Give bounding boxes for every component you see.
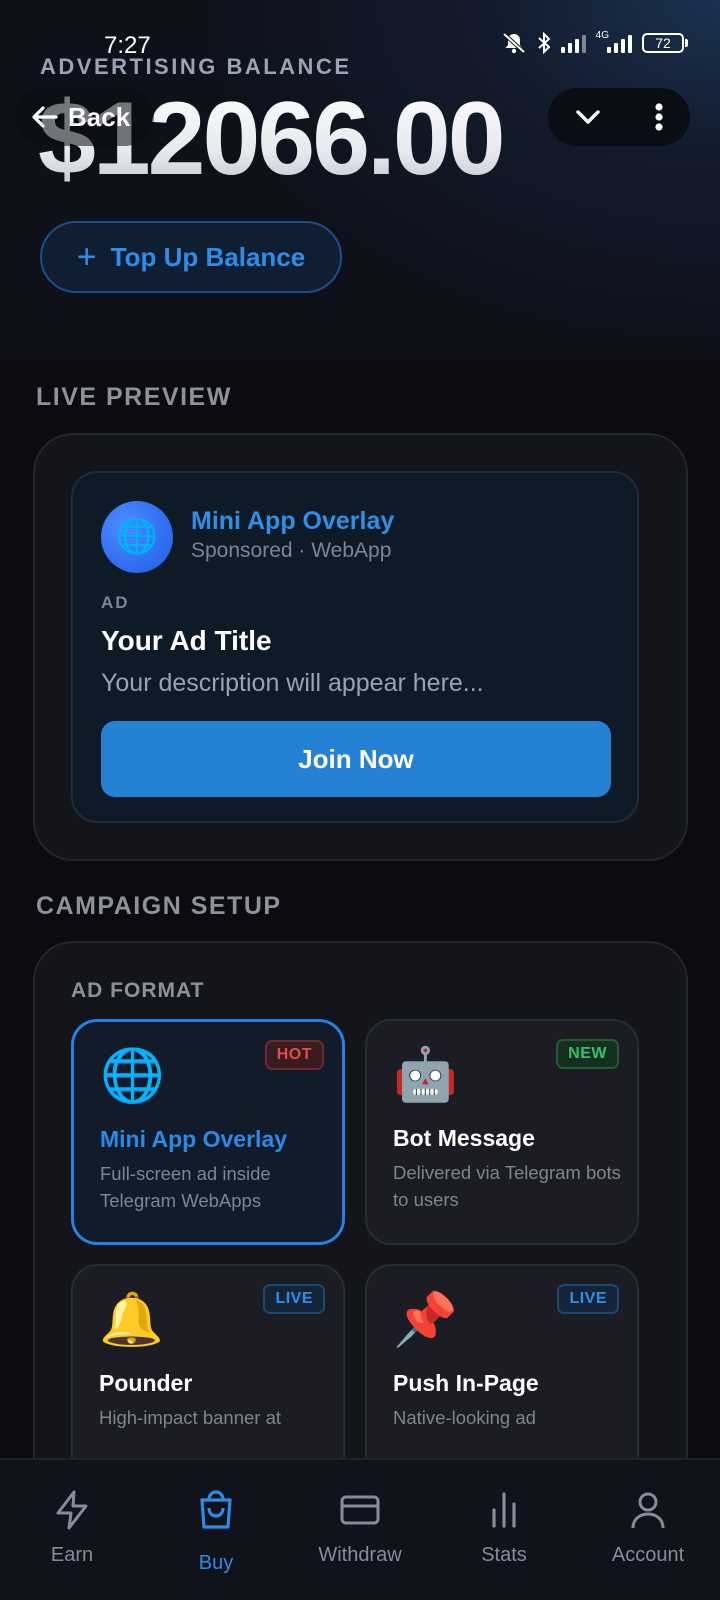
signal-4g-icon: [607, 33, 632, 53]
plus-icon: +: [76, 238, 97, 276]
header-actions: [548, 88, 690, 146]
hot-badge: HOT: [264, 1040, 324, 1070]
pushpin-icon: 📌: [393, 1291, 458, 1349]
mute-icon: [502, 32, 525, 54]
ad-format-label: AD FORMAT: [71, 979, 205, 1002]
live-preview-card: 🌐 Mini App Overlay Sponsored · WebApp AD…: [33, 433, 688, 861]
nav-item-withdraw[interactable]: Withdraw: [288, 1460, 432, 1600]
format-title: Push In-Page: [393, 1370, 539, 1396]
format-description: Full-screen ad inside Telegram WebApps: [100, 1163, 271, 1211]
status-icons: 4G 72: [501, 29, 688, 54]
ad-sponsor-line: Sponsored · WebApp: [191, 539, 392, 562]
user-icon: [631, 1492, 665, 1529]
live-badge: LIVE: [263, 1284, 325, 1314]
ad-app-name: Mini App Overlay: [191, 507, 395, 535]
new-badge: NEW: [556, 1039, 619, 1069]
nav-item-account[interactable]: Account: [576, 1460, 720, 1600]
format-title: Bot Message: [393, 1125, 535, 1151]
ad-preview: 🌐 Mini App Overlay Sponsored · WebApp AD…: [71, 471, 639, 823]
nav-label: Stats: [481, 1544, 527, 1566]
globe-icon: 🌐: [101, 501, 173, 573]
chevron-down-icon[interactable]: [573, 102, 603, 132]
more-vertical-icon[interactable]: [653, 102, 665, 132]
network-label: 4G: [595, 29, 609, 41]
nav-label: Withdraw: [318, 1544, 402, 1566]
format-option-bot-message[interactable]: NEW 🤖 Bot Message Delivered via Telegram…: [365, 1019, 639, 1245]
live-preview-title: LIVE PREVIEW: [36, 383, 232, 411]
format-option-mini-app-overlay[interactable]: HOT 🌐 Mini App Overlay Full-screen ad in…: [71, 1019, 345, 1245]
format-description: Native-looking ad: [393, 1407, 536, 1428]
top-up-label: Top Up Balance: [110, 241, 306, 272]
robot-icon: 🤖: [393, 1046, 458, 1104]
battery-level: 72: [642, 33, 684, 53]
format-title: Mini App Overlay: [100, 1126, 288, 1152]
live-badge: LIVE: [557, 1284, 619, 1314]
format-description: Delivered via Telegram bots to users: [393, 1162, 621, 1210]
bluetooth-icon: [537, 32, 551, 54]
arrow-left-icon: [32, 106, 58, 128]
top-up-balance-button[interactable]: + Top Up Balance: [40, 221, 342, 293]
globe-icon: 🌐: [100, 1047, 165, 1105]
balance-label: ADVERTISING BALANCE: [40, 54, 352, 79]
campaign-setup-card: AD FORMAT HOT 🌐 Mini App Overlay Full-sc…: [33, 941, 688, 1541]
ad-description: Your description will appear here...: [101, 669, 484, 697]
nav-label: Earn: [50, 1544, 94, 1566]
nav-item-earn[interactable]: Earn: [0, 1460, 144, 1600]
ad-tag: AD: [101, 593, 130, 612]
nav-label: Buy: [198, 1552, 234, 1574]
credit-card-icon: [340, 1495, 380, 1525]
ad-title: Your Ad Title: [101, 625, 272, 656]
shopping-bag-icon: [200, 1490, 232, 1529]
back-button[interactable]: Back: [16, 88, 154, 146]
format-title: Pounder: [99, 1370, 193, 1396]
bottom-nav: Earn Buy Withdraw Stats Account: [0, 1458, 720, 1600]
lightning-icon: [56, 1490, 88, 1530]
nav-label: Account: [611, 1544, 685, 1566]
join-now-button[interactable]: Join Now: [101, 721, 611, 797]
format-option-pounder[interactable]: LIVE 🔔 Pounder High-impact banner at: [71, 1264, 345, 1490]
format-description: High-impact banner at: [99, 1407, 282, 1428]
bar-chart-icon: [492, 1492, 516, 1528]
campaign-setup-title: CAMPAIGN SETUP: [36, 892, 282, 920]
format-option-push-in-page[interactable]: LIVE 📌 Push In-Page Native-looking ad: [365, 1264, 639, 1490]
back-label: Back: [68, 101, 131, 132]
nav-item-stats[interactable]: Stats: [432, 1460, 576, 1600]
bell-icon: 🔔: [99, 1291, 164, 1349]
battery-icon: 72: [642, 33, 688, 53]
nav-item-buy[interactable]: Buy: [144, 1460, 288, 1600]
signal-icon: [560, 33, 586, 53]
